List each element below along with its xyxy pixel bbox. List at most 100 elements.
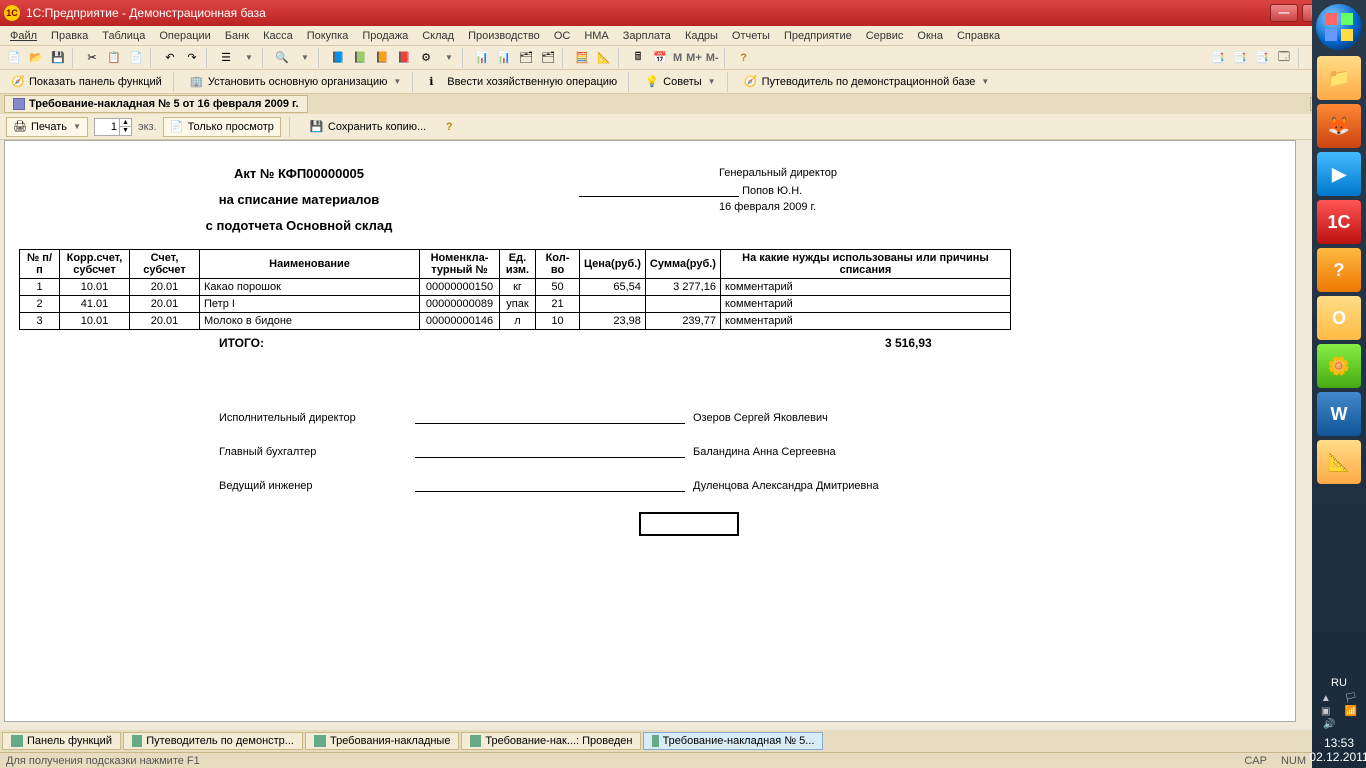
taskbar-icq[interactable]: 🌼 (1317, 344, 1361, 388)
tb-f-icon[interactable]: 📊 (472, 48, 492, 68)
menu-buy[interactable]: Покупка (301, 28, 355, 44)
memory-mplus[interactable]: M+ (685, 48, 703, 68)
language-indicator[interactable]: RU (1327, 673, 1351, 693)
menu-os[interactable]: ОС (548, 28, 577, 44)
window-tab[interactable]: Путеводитель по демонстр... (123, 732, 303, 750)
help2-button[interactable]: ? (439, 117, 459, 137)
menu-reports[interactable]: Отчеты (726, 28, 776, 44)
tray-net-icon[interactable]: 📶 (1345, 706, 1357, 717)
tb-c-icon[interactable]: 📙 (372, 48, 392, 68)
tb-j-icon[interactable]: 🧮 (572, 48, 592, 68)
copies-input[interactable] (95, 121, 119, 133)
guide-button[interactable]: 🧭Путеводитель по демонстрационной базе▼ (737, 72, 997, 92)
menu-service[interactable]: Сервис (860, 28, 910, 44)
start-button[interactable] (1316, 4, 1362, 50)
taskbar-media-player[interactable]: ▶ (1317, 152, 1361, 196)
redo-icon[interactable]: ↷ (182, 48, 202, 68)
window-tab[interactable]: Требование-накладная № 5... (643, 732, 823, 750)
system-tray[interactable]: ▲ 🏳 ▣ 📶 🔊 (1312, 693, 1366, 732)
set-org-button[interactable]: 🏢Установить основную организацию▼ (183, 72, 408, 92)
tb-h-icon[interactable]: 🗂 (516, 48, 536, 68)
taskbar-explorer[interactable]: 📁 (1317, 56, 1361, 100)
tb-e-drop[interactable]: ▼ (438, 48, 458, 68)
tray-action-icon[interactable]: ▣ (1321, 706, 1330, 717)
tray-flag-icon[interactable]: 🏳 (1344, 693, 1357, 704)
spin-up-icon[interactable]: ▲ (119, 119, 131, 127)
tb-d-icon[interactable]: 📕 (394, 48, 414, 68)
save-copy-button[interactable]: 💾Сохранить копию... (303, 117, 433, 137)
tb-r3-icon[interactable]: 📑 (1252, 48, 1272, 68)
taskbar-1c[interactable]: 1C (1317, 200, 1361, 244)
zoom-drop-icon[interactable]: ▼ (294, 48, 314, 68)
minimize-button[interactable]: — (1270, 4, 1298, 22)
tb-calc-icon[interactable]: 🖩 (628, 48, 648, 68)
menu-kadry[interactable]: Кадры (679, 28, 724, 44)
tb-b-icon[interactable]: 📗 (350, 48, 370, 68)
window-tab[interactable]: Панель функций (2, 732, 121, 750)
print-button[interactable]: 🖨Печать▼ (6, 117, 88, 137)
window-tab[interactable]: Требование-нак...: Проведен (461, 732, 641, 750)
tb-i-icon[interactable]: 🗂 (538, 48, 558, 68)
col-acct: Счет, субсчет (130, 250, 200, 279)
tab-icon (652, 735, 658, 747)
menu-bank[interactable]: Банк (219, 28, 255, 44)
taskbar-firefox[interactable]: 🦊 (1317, 104, 1361, 148)
taskbar-outlook[interactable]: O (1317, 296, 1361, 340)
taskbar-word[interactable]: W (1317, 392, 1361, 436)
menu-prod[interactable]: Производство (462, 28, 546, 44)
tb-cal-icon[interactable]: 📅 (650, 48, 670, 68)
show-panel-button[interactable]: 🧭Показать панель функций (4, 72, 169, 92)
document-tab[interactable]: Требование-накладная № 5 от 16 февраля 2… (4, 95, 308, 113)
system-clock[interactable]: 13:53 02.12.2011 (1309, 732, 1366, 768)
help2-icon: ? (446, 121, 453, 133)
menu-help[interactable]: Справка (951, 28, 1006, 44)
zoom-icon[interactable]: 🔍 (272, 48, 292, 68)
menu-edit[interactable]: Правка (45, 28, 94, 44)
open-icon[interactable]: 📂 (26, 48, 46, 68)
menu-company[interactable]: Предприятие (778, 28, 858, 44)
document-viewport[interactable]: Акт № КФП00000005 на списание материалов… (4, 140, 1296, 722)
undo-icon[interactable]: ↶ (160, 48, 180, 68)
status-hint: Для получения подсказки нажмите F1 (6, 755, 200, 767)
cut-icon[interactable]: ✂ (82, 48, 102, 68)
copy-icon[interactable]: 📋 (104, 48, 124, 68)
menu-windows[interactable]: Окна (911, 28, 949, 44)
menu-file[interactable]: Файл (4, 28, 43, 44)
menu-nma[interactable]: НМА (578, 28, 614, 44)
tray-vol-icon[interactable]: 🔊 (1323, 719, 1335, 730)
windows-logo-icon (1323, 11, 1355, 43)
menu-salary[interactable]: Зарплата (617, 28, 677, 44)
menu-table[interactable]: Таблица (96, 28, 151, 44)
tb-r2-icon[interactable]: 📑 (1230, 48, 1250, 68)
menu-store[interactable]: Склад (416, 28, 460, 44)
memory-m[interactable]: M (672, 48, 683, 68)
spin-down-icon[interactable]: ▼ (119, 127, 131, 135)
taskbar-tool[interactable]: 📐 (1317, 440, 1361, 484)
advice-button[interactable]: 💡Советы▼ (638, 72, 722, 92)
dropdown-icon[interactable]: ▼ (238, 48, 258, 68)
menu-kassa[interactable]: Касса (257, 28, 299, 44)
preview-button[interactable]: 📄Только просмотр (163, 117, 281, 137)
tray-up-icon[interactable]: ▲ (1321, 693, 1331, 704)
menu-sell[interactable]: Продажа (356, 28, 414, 44)
memory-mminus[interactable]: M- (705, 48, 720, 68)
tb-e-icon[interactable]: ⚙ (416, 48, 436, 68)
menu-operations[interactable]: Операции (153, 28, 216, 44)
tb-k-icon[interactable]: 📐 (594, 48, 614, 68)
new-doc-icon[interactable]: 📄 (4, 48, 24, 68)
copies-spinner[interactable]: ▲▼ (94, 118, 132, 136)
op-icon: ℹ (429, 75, 443, 89)
main-menu: Файл Правка Таблица Операции Банк Касса … (0, 26, 1366, 46)
window-tab[interactable]: Требования-накладные (305, 732, 460, 750)
tb-a-icon[interactable]: 📘 (328, 48, 348, 68)
paste-icon[interactable]: 📄 (126, 48, 146, 68)
save-icon[interactable]: 💾 (48, 48, 68, 68)
help-icon[interactable]: ? (734, 48, 754, 68)
enter-op-button[interactable]: ℹВвести хозяйственную операцию (422, 72, 624, 92)
tb-g-icon[interactable]: 📊 (494, 48, 514, 68)
list-icon[interactable]: ☰ (216, 48, 236, 68)
tb-r4-icon[interactable]: 🗔 (1274, 48, 1294, 68)
tb-r1-icon[interactable]: 📑 (1208, 48, 1228, 68)
taskbar-help[interactable]: ? (1317, 248, 1361, 292)
materials-table: № п/п Корр.счет, субсчет Счет, субсчет Н… (19, 249, 1011, 330)
